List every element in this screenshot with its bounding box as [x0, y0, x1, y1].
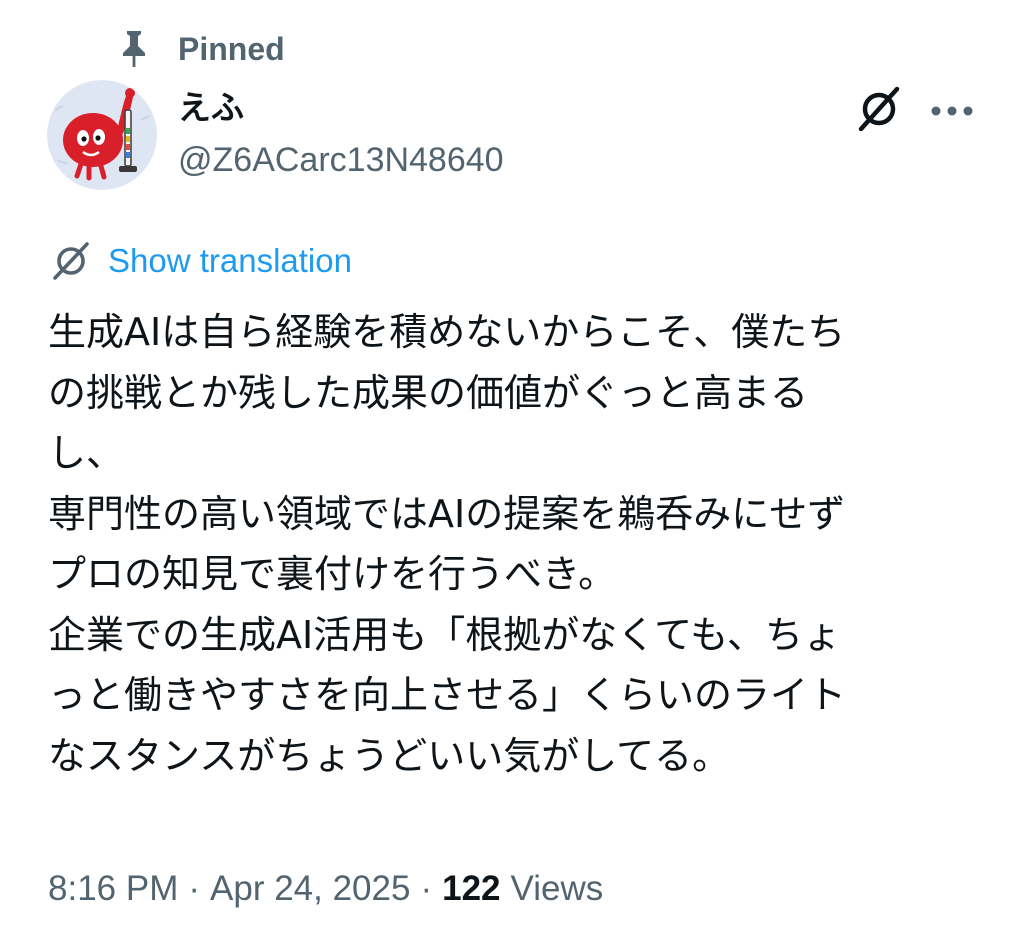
- tweet-text-line: 専門性の高い領域ではAIの提案を鵜呑みにせず: [48, 491, 846, 536]
- show-translation-row[interactable]: Show translation: [48, 238, 352, 284]
- more-options-button[interactable]: [924, 84, 980, 138]
- more-icon: [928, 102, 976, 121]
- tweet-text-line: の挑戦とか残した成果の価値がぐっと高まる: [48, 370, 809, 415]
- pin-icon: [112, 27, 156, 71]
- avatar[interactable]: [47, 80, 157, 190]
- tweet-text-line: なスタンスがちょうどいい気がしてる。: [48, 733, 731, 778]
- show-translation-link[interactable]: Show translation: [108, 242, 352, 280]
- grok-icon: [854, 84, 904, 138]
- meta-separator: ·: [188, 869, 201, 908]
- tweet-text-line: プロの知見で裏付けを行うべき。: [48, 552, 617, 596]
- grok-button[interactable]: [852, 84, 906, 138]
- pinned-indicator: Pinned: [112, 24, 285, 74]
- tweet-time[interactable]: 8:16 PM: [48, 869, 178, 909]
- tweet-text-line: し、: [48, 431, 125, 475]
- pinned-label: Pinned: [178, 30, 285, 67]
- views-label[interactable]: Views: [511, 869, 604, 909]
- tweet-date[interactable]: Apr 24, 2025: [210, 869, 410, 909]
- translate-icon: [48, 238, 94, 284]
- tweet-text: 生成AIは自ら経験を積めないからこそ、僕たち の挑戦とか残した成果の価値がぐっと…: [48, 302, 983, 786]
- user-handle[interactable]: @Z6ACarc13N48640: [178, 138, 504, 182]
- views-count[interactable]: 122: [442, 869, 500, 909]
- tweet-text-line: 生成AIは自ら経験を積めないからこそ、僕たち: [48, 310, 846, 354]
- meta-separator: ·: [420, 869, 433, 908]
- tweet-text-line: 企業での生成AI活用も「根拠がなくても、ちょ: [48, 612, 842, 657]
- display-name[interactable]: えふ: [178, 86, 244, 130]
- tweet-text-line: っと働きやすさを向上させる」くらいのライト: [48, 673, 847, 717]
- tweet-meta: 8:16 PM · Apr 24, 2025 · 122 Views: [48, 862, 603, 916]
